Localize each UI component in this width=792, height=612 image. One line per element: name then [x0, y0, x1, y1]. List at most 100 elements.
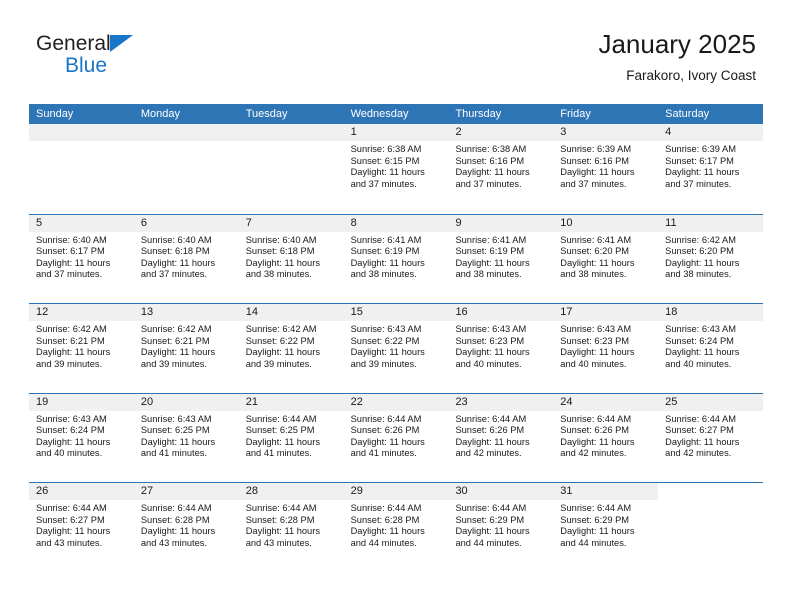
sunrise-text: Sunrise: 6:39 AM: [560, 144, 632, 154]
daylight-text: Daylight: 11 hours and 37 minutes.: [350, 167, 425, 189]
day-info: Sunrise: 6:40 AM Sunset: 6:18 PM Daylight:…: [134, 232, 239, 281]
day-info: Sunrise: 6:44 AM Sunset: 6:26 PM Daylight:…: [448, 411, 553, 460]
weekday-header-monday: Monday: [140, 108, 180, 120]
sunset-text: Sunset: 6:27 PM: [36, 514, 105, 525]
day-number: [29, 124, 134, 141]
sunset-text: Sunset: 6:24 PM: [665, 335, 734, 346]
triangle-icon: [109, 35, 133, 52]
day-number: 31: [553, 483, 659, 500]
sunset-text: Sunset: 6:22 PM: [245, 335, 315, 346]
day-info: Sunrise: 6:42 AM Sunset: 6:20 PM Daylight:…: [658, 232, 763, 281]
sunrise-text: Sunrise: 6:40 AM: [245, 234, 317, 245]
daylight-text: Daylight: 11 hours and 40 minutes.: [36, 436, 111, 459]
calendar-week-row: 12 Sunrise: 6:42 AM Sunset: 6:21 PM Dayligh…: [29, 303, 764, 393]
day-cell-11[interactable]: 11 Sunrise: 6:42 AM Sunset: 6:20 PM Dayligh…: [658, 214, 764, 303]
day-cell-6[interactable]: 6 Sunrise: 6:40 AM Sunset: 6:18 PM Daylight…: [133, 214, 239, 303]
calendar-week-row: 5 Sunrise: 6:40 AM Sunset: 6:17 PM Daylight…: [29, 213, 764, 303]
daylight-text: Daylight: 11 hours and 41 minutes.: [350, 436, 425, 459]
day-number: 13: [133, 304, 239, 321]
daylight-text: Daylight: 11 hours and 37 minutes.: [36, 257, 111, 280]
day-cell-27[interactable]: 27 Sunrise: 6:44 AM Sunset: 6:28 PM Dayligh…: [133, 483, 239, 572]
day-info: Sunrise: 6:41 AM Sunset: 6:19 PM Daylight:…: [448, 232, 553, 281]
sunrise-text: Sunrise: 6:44 AM: [560, 413, 632, 424]
day-cell-9[interactable]: 9 Sunrise: 6:41 AM Sunset: 6:19 PM Daylight…: [448, 214, 554, 303]
day-cell-19[interactable]: 19 Sunrise: 6:43 AM Sunset: 6:24 PM Dayligh…: [29, 393, 134, 482]
daylight-text: Daylight: 11 hours and 43 minutes.: [36, 526, 111, 548]
daylight-text: Daylight: 11 hours and 38 minutes.: [245, 257, 320, 280]
sunrise-text: Sunrise: 6:42 AM: [36, 324, 107, 334]
day-cell-20[interactable]: 20 Sunrise: 6:43 AM Sunset: 6:25 PM Dayligh…: [133, 393, 239, 482]
day-info: Sunrise: 6:41 AM Sunset: 6:20 PM Daylight:…: [553, 232, 658, 281]
day-cell-7[interactable]: 7 Sunrise: 6:40 AM Sunset: 6:18 PM Daylight…: [238, 214, 344, 303]
day-cell-1[interactable]: 1 Sunrise: 6:38 AM Sunset: 6:15 PM Daylight…: [343, 124, 449, 214]
day-cell-30[interactable]: 30 Sunrise: 6:44 AM Sunset: 6:29 PM Dayligh…: [448, 483, 554, 572]
day-info: Sunrise: 6:43 AM Sunset: 6:23 PM Daylight:…: [448, 321, 553, 370]
sunset-text: Sunset: 6:21 PM: [36, 335, 105, 346]
daylight-text: Daylight: 11 hours and 42 minutes.: [455, 436, 530, 459]
day-cell-17[interactable]: 17 Sunrise: 6:43 AM Sunset: 6:23 PM Dayligh…: [553, 304, 659, 393]
day-info: Sunrise: 6:44 AM Sunset: 6:26 PM Daylight:…: [553, 411, 658, 460]
day-cell-28[interactable]: 28 Sunrise: 6:44 AM Sunset: 6:28 PM Dayligh…: [238, 483, 344, 572]
day-cell-2[interactable]: 2 Sunrise: 6:38 AM Sunset: 6:16 PM Daylight…: [448, 124, 554, 214]
sunrise-text: Sunrise: 6:39 AM: [665, 144, 736, 154]
day-cell-12[interactable]: 12 Sunrise: 6:42 AM Sunset: 6:21 PM Dayligh…: [29, 304, 134, 393]
day-cell-23[interactable]: 23 Sunrise: 6:44 AM Sunset: 6:26 PM Dayligh…: [448, 393, 554, 482]
day-cell-10[interactable]: 10 Sunrise: 6:41 AM Sunset: 6:20 PM Dayligh…: [553, 214, 659, 303]
day-number: 14: [238, 304, 344, 321]
day-number: [238, 124, 344, 141]
sunrise-text: Sunrise: 6:38 AM: [455, 144, 527, 154]
day-cell-24[interactable]: 24 Sunrise: 6:44 AM Sunset: 6:26 PM Dayligh…: [553, 393, 659, 482]
day-info: Sunrise: 6:39 AM Sunset: 6:17 PM Daylight:…: [658, 141, 763, 190]
sunset-text: Sunset: 6:18 PM: [245, 246, 315, 257]
day-number: 25: [658, 393, 764, 411]
sunset-text: Sunset: 6:19 PM: [350, 246, 420, 257]
day-cell-18[interactable]: 18 Sunrise: 6:43 AM Sunset: 6:24 PM Dayligh…: [658, 304, 764, 393]
daylight-text: Daylight: 11 hours and 41 minutes.: [140, 436, 216, 459]
day-cell-29[interactable]: 29 Sunrise: 6:44 AM Sunset: 6:28 PM Dayligh…: [343, 483, 449, 572]
day-cell-25[interactable]: 25 Sunrise: 6:44 AM Sunset: 6:27 PM Dayligh…: [658, 393, 764, 482]
day-info: Sunrise: 6:44 AM Sunset: 6:28 PM Daylight:…: [344, 500, 449, 549]
weekday-header-sunday: Sunday: [36, 108, 74, 120]
sunset-text: Sunset: 6:15 PM: [350, 155, 420, 166]
day-cell-5[interactable]: 5 Sunrise: 6:40 AM Sunset: 6:17 PM Daylight…: [29, 214, 134, 303]
day-number: 4: [658, 124, 764, 141]
day-cell-14[interactable]: 14 Sunrise: 6:42 AM Sunset: 6:22 PM Dayligh…: [238, 304, 344, 393]
day-info: Sunrise: 6:44 AM Sunset: 6:28 PM Daylight:…: [134, 500, 239, 549]
sunset-text: Sunset: 6:20 PM: [560, 246, 630, 257]
day-cell-16[interactable]: 16 Sunrise: 6:43 AM Sunset: 6:23 PM Dayligh…: [448, 304, 554, 393]
day-cell-8[interactable]: 8 Sunrise: 6:41 AM Sunset: 6:19 PM Daylight…: [343, 214, 449, 303]
day-info: Sunrise: 6:43 AM Sunset: 6:24 PM Daylight:…: [29, 411, 134, 460]
sunset-text: Sunset: 6:26 PM: [560, 425, 630, 436]
daylight-text: Daylight: 11 hours and 38 minutes.: [560, 257, 635, 280]
day-cell-31[interactable]: 31 Sunrise: 6:44 AM Sunset: 6:29 PM Dayligh…: [553, 483, 659, 572]
day-cell-15[interactable]: 15 Sunrise: 6:43 AM Sunset: 6:22 PM Dayligh…: [343, 304, 449, 393]
sunrise-text: Sunrise: 6:44 AM: [36, 503, 107, 513]
day-cell-3[interactable]: 3 Sunrise: 6:39 AM Sunset: 6:16 PM Daylight…: [553, 124, 659, 214]
daylight-text: Daylight: 11 hours and 42 minutes.: [560, 436, 635, 459]
daylight-text: Daylight: 11 hours and 44 minutes.: [455, 526, 530, 548]
day-cell-4[interactable]: 4 Sunrise: 6:39 AM Sunset: 6:17 PM Daylight…: [658, 124, 764, 214]
sunset-text: Sunset: 6:27 PM: [665, 425, 734, 436]
day-cell-13[interactable]: 13 Sunrise: 6:42 AM Sunset: 6:21 PM Dayligh…: [133, 304, 239, 393]
sunset-text: Sunset: 6:25 PM: [140, 425, 210, 436]
day-number: 16: [448, 304, 554, 321]
day-number: 11: [658, 214, 764, 232]
day-info: Sunrise: 6:39 AM Sunset: 6:16 PM Daylight:…: [553, 141, 658, 190]
sunrise-text: Sunrise: 6:42 AM: [245, 324, 317, 334]
daylight-text: Daylight: 11 hours and 40 minutes.: [665, 347, 740, 369]
day-info: Sunrise: 6:43 AM Sunset: 6:23 PM Daylight:…: [553, 321, 658, 370]
day-cell-22[interactable]: 22 Sunrise: 6:44 AM Sunset: 6:26 PM Dayligh…: [343, 393, 449, 482]
sunset-text: Sunset: 6:26 PM: [455, 425, 525, 436]
day-number: 15: [343, 304, 449, 321]
day-cell-26[interactable]: 26 Sunrise: 6:44 AM Sunset: 6:27 PM Dayligh…: [29, 483, 134, 572]
sunrise-text: Sunrise: 6:41 AM: [350, 234, 422, 245]
brand-line1: General: [36, 33, 236, 56]
day-number: 8: [343, 214, 449, 232]
day-number: 28: [238, 483, 344, 500]
daylight-text: Daylight: 11 hours and 40 minutes.: [455, 347, 530, 369]
day-info: Sunrise: 6:44 AM Sunset: 6:27 PM Daylight:…: [29, 500, 134, 549]
daylight-text: Daylight: 11 hours and 39 minutes.: [245, 347, 320, 369]
day-info: Sunrise: 6:43 AM Sunset: 6:24 PM Daylight:…: [658, 321, 763, 370]
day-number: 27: [133, 483, 239, 500]
day-cell-21[interactable]: 21 Sunrise: 6:44 AM Sunset: 6:25 PM Dayligh…: [238, 393, 344, 482]
